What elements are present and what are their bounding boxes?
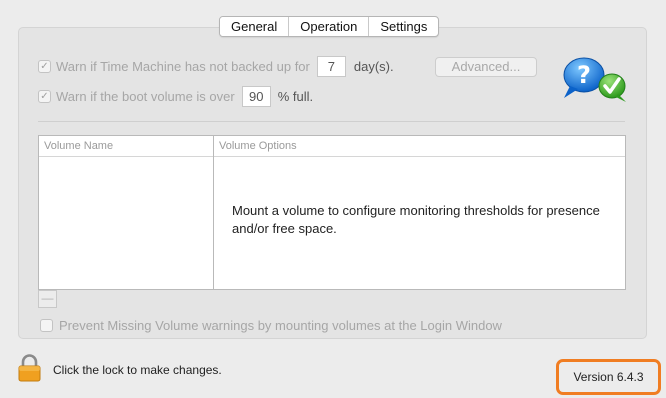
time-machine-label: Warn if Time Machine has not backed up f… — [56, 59, 310, 74]
section-divider — [38, 121, 625, 122]
percent-full-label: % full. — [277, 89, 314, 104]
prevent-missing-label: Prevent Missing Volume warnings by mount… — [59, 318, 502, 333]
volumes-table: Volume Name Volume Options Mount a volum… — [38, 135, 626, 290]
prevent-missing-row: Prevent Missing Volume warnings by mount… — [40, 318, 502, 333]
days-unit-label: day(s). — [353, 59, 394, 74]
tab-general[interactable]: General — [220, 17, 290, 36]
time-machine-checkbox[interactable]: ✓ — [38, 60, 51, 73]
check-bubble-icon — [598, 73, 626, 102]
lock-icon[interactable] — [18, 354, 41, 382]
svg-text:?: ? — [577, 61, 591, 89]
tab-settings[interactable]: Settings — [369, 17, 438, 36]
tab-operation[interactable]: Operation — [289, 17, 370, 36]
version-label: Version 6.4.3 — [556, 359, 661, 395]
boot-volume-row: ✓ Warn if the boot volume is over 90 % f… — [38, 86, 313, 107]
remove-volume-button[interactable]: — — [38, 290, 57, 308]
boot-volume-label: Warn if the boot volume is over — [56, 89, 235, 104]
empty-volumes-message: Mount a volume to configure monitoring t… — [232, 203, 600, 236]
boot-volume-checkbox[interactable]: ✓ — [38, 90, 51, 103]
column-header-volume-name[interactable]: Volume Name — [39, 136, 213, 157]
advanced-button[interactable]: Advanced... — [435, 57, 537, 77]
tab-bar: General Operation Settings — [219, 16, 440, 37]
app-logo-icon: ? — [563, 57, 626, 102]
time-machine-days-field[interactable]: 7 — [316, 56, 346, 77]
question-bubble-icon: ? — [563, 57, 605, 98]
prevent-missing-checkbox[interactable] — [40, 319, 53, 332]
lock-hint-text: Click the lock to make changes. — [53, 363, 222, 377]
column-header-volume-options[interactable]: Volume Options — [214, 136, 625, 157]
boot-volume-percent-field[interactable]: 90 — [241, 86, 271, 107]
column-divider — [213, 136, 214, 289]
time-machine-row: ✓ Warn if Time Machine has not backed up… — [38, 56, 394, 77]
